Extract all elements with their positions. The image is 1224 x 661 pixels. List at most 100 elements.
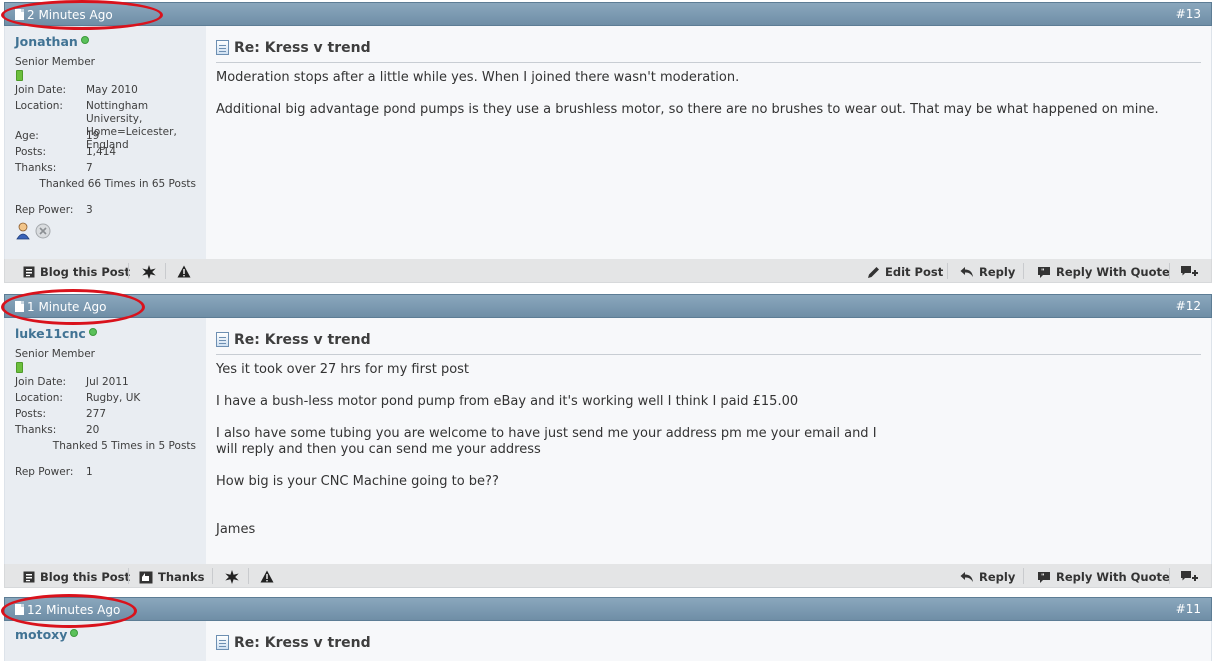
post-date: 12 Minutes Ago: [15, 603, 120, 617]
post-document-icon: [216, 635, 229, 650]
thanked-count: Thanked 66 Times in 65 Posts: [39, 178, 196, 190]
reply-button[interactable]: Reply: [960, 570, 1015, 584]
post-title: Re: Kress v trend: [216, 635, 371, 651]
post-number-link[interactable]: #12: [1176, 299, 1201, 313]
post-date-text: 12 Minutes Ago: [27, 603, 121, 617]
post-header: 1 Minute Ago #12: [4, 294, 1212, 318]
page-icon: [15, 604, 24, 615]
post-date: 2 Minutes Ago: [15, 8, 113, 22]
online-status-icon: [88, 328, 97, 336]
rep-power-value: 3: [86, 204, 93, 216]
post-message: Moderation stops after a little while ye…: [216, 70, 1159, 117]
post-body: luke11cnc Senior Member Join Date: Jul 2…: [4, 318, 1212, 564]
thanks-label: Thanks:: [15, 162, 57, 174]
posts-value: 1,414: [86, 146, 117, 158]
user-title: Senior Member: [15, 56, 95, 68]
online-status-icon: [80, 36, 89, 44]
reply-with-quote-button[interactable]: " Reply With Quote: [1037, 570, 1170, 584]
username-link[interactable]: luke11cnc: [15, 326, 97, 341]
userinfo-panel: Jonathan Senior Member Join Date: May 20…: [5, 26, 206, 259]
post-number-link[interactable]: #13: [1176, 7, 1201, 21]
join-date-label: Join Date:: [15, 84, 67, 96]
blog-icon: [23, 266, 35, 278]
posts-label: Posts:: [15, 408, 46, 420]
rep-power-label: Rep Power:: [15, 466, 74, 478]
reply-with-quote-button[interactable]: " Reply With Quote: [1037, 265, 1170, 279]
reputation-bar-icon: [16, 70, 23, 81]
post-document-icon: [216, 332, 229, 347]
footer-divider: [1023, 568, 1024, 584]
username-link[interactable]: Jonathan: [15, 34, 89, 49]
edit-post-button[interactable]: Edit Post: [867, 265, 943, 279]
svg-text:": ": [1041, 267, 1045, 275]
age-value: 19: [86, 130, 100, 142]
post-11: 12 Minutes Ago #11 motoxy Re: Kress v tr…: [4, 597, 1212, 661]
post-title: Re: Kress v trend: [216, 40, 371, 56]
star-icon[interactable]: [225, 570, 239, 584]
location-value: Rugby, UK: [86, 392, 141, 404]
join-date-value: May 2010: [86, 84, 138, 96]
thanks-value: 7: [86, 162, 93, 174]
username-link[interactable]: motoxy: [15, 627, 79, 642]
thanks-button[interactable]: Thanks: [139, 570, 204, 584]
userinfo-panel: luke11cnc Senior Member Join Date: Jul 2…: [5, 318, 206, 564]
footer-divider: [248, 568, 249, 584]
blog-post-button[interactable]: Blog this Post: [23, 570, 130, 584]
reply-button[interactable]: Reply: [960, 265, 1015, 279]
multi-quote-icon[interactable]: [1180, 265, 1198, 279]
page-icon: [15, 301, 24, 312]
offline-msn-icon[interactable]: [35, 223, 51, 239]
footer-divider: [1169, 568, 1170, 584]
thanks-value: 20: [86, 424, 100, 436]
post-message: Yes it took over 27 hrs for my first pos…: [216, 362, 877, 537]
footer-divider: [1169, 263, 1170, 279]
footer-divider: [947, 263, 948, 279]
post-document-icon: [216, 40, 229, 55]
join-date-label: Join Date:: [15, 376, 67, 388]
footer-divider: [212, 568, 213, 584]
page-icon: [15, 9, 24, 20]
post-date-text: 1 Minute Ago: [27, 300, 107, 314]
age-label: Age:: [15, 130, 39, 142]
rep-power-value: 1: [86, 466, 93, 478]
thanked-count: Thanked 5 Times in 5 Posts: [52, 440, 196, 452]
post-date: 1 Minute Ago: [15, 300, 106, 314]
reply-arrow-icon: [960, 267, 973, 277]
post-number-link[interactable]: #11: [1176, 602, 1201, 616]
post-footer: Blog this Post Edit Post Reply " Reply W…: [4, 259, 1212, 283]
post-13: 2 Minutes Ago #13 Jonathan Senior Member…: [4, 2, 1212, 283]
reputation-bar-icon: [16, 362, 23, 373]
post-12: 1 Minute Ago #12 luke11cnc Senior Member…: [4, 294, 1212, 588]
userinfo-panel: motoxy: [5, 621, 206, 661]
title-divider: [216, 354, 1201, 355]
post-header: 2 Minutes Ago #13: [4, 2, 1212, 26]
post-header: 12 Minutes Ago #11: [4, 597, 1212, 621]
footer-divider: [1023, 263, 1024, 279]
reply-arrow-icon: [960, 572, 973, 582]
location-value: Nottingham University, Home=Leicester, E…: [86, 100, 177, 151]
location-label: Location:: [15, 100, 63, 112]
footer-divider: [165, 263, 166, 279]
report-warning-icon[interactable]: [260, 570, 274, 583]
blog-post-button[interactable]: Blog this Post: [23, 265, 130, 279]
footer-divider: [128, 568, 129, 584]
thanks-label: Thanks:: [15, 424, 57, 436]
star-icon[interactable]: [142, 265, 156, 279]
post-date-text: 2 Minutes Ago: [27, 8, 113, 22]
thanks-icon: [139, 571, 153, 583]
join-date-value: Jul 2011: [86, 376, 129, 388]
post-title: Re: Kress v trend: [216, 332, 371, 348]
footer-divider: [128, 263, 129, 279]
posts-label: Posts:: [15, 146, 46, 158]
rep-power-label: Rep Power:: [15, 204, 74, 216]
user-profile-icon[interactable]: [15, 222, 31, 240]
quote-bubble-icon: ": [1038, 266, 1050, 278]
posts-value: 277: [86, 408, 107, 420]
post-body: motoxy Re: Kress v trend: [4, 621, 1212, 661]
title-divider: [216, 62, 1201, 63]
report-warning-icon[interactable]: [177, 265, 191, 278]
quote-bubble-icon: ": [1038, 571, 1050, 583]
multi-quote-icon[interactable]: [1180, 570, 1198, 584]
blog-icon: [23, 571, 35, 583]
user-title: Senior Member: [15, 348, 95, 360]
